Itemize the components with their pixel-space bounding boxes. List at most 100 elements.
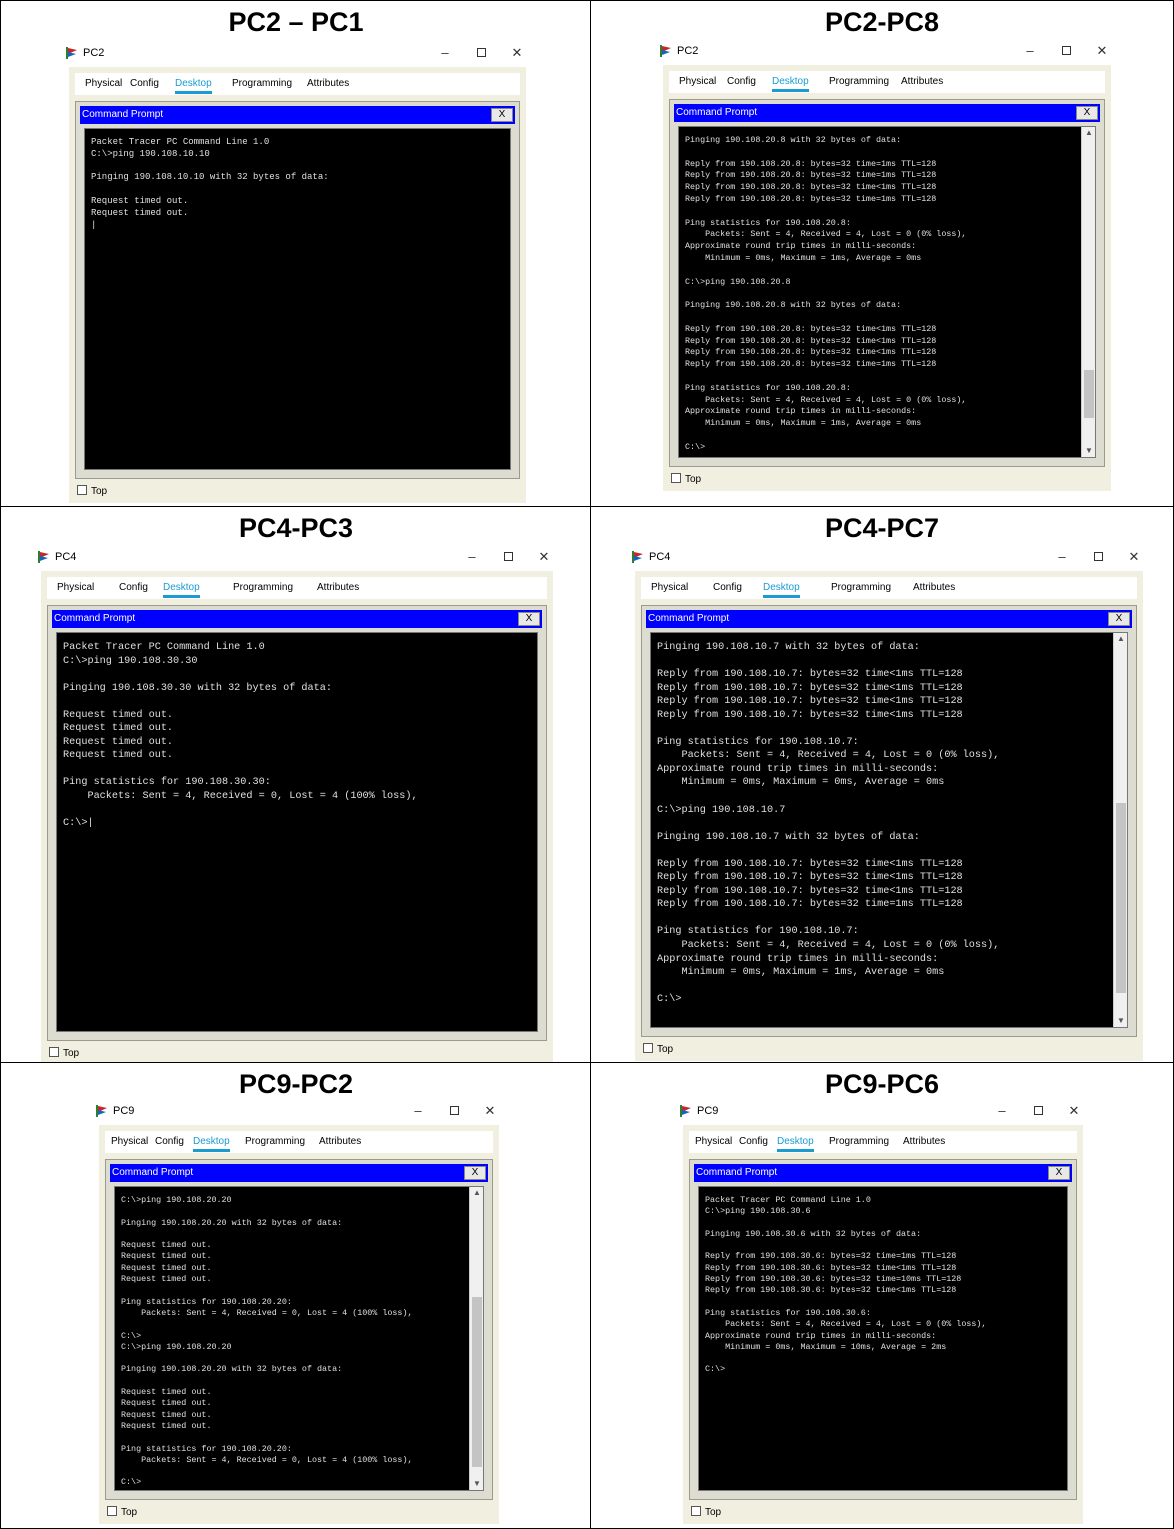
tab-programming[interactable]: Programming	[233, 582, 293, 593]
always-on-top-toggle[interactable]: Top	[671, 473, 701, 485]
close-window-button[interactable]: ✕	[1093, 43, 1111, 59]
terminal-scrollbar[interactable]: ▲ ▼	[469, 1187, 483, 1490]
tab-physical[interactable]: Physical	[695, 1136, 732, 1147]
terminal-output[interactable]: Pinging 190.108.20.8 with 32 bytes of da…	[678, 126, 1096, 458]
close-window-button[interactable]: ✕	[508, 45, 526, 61]
maximize-button[interactable]	[1057, 43, 1075, 58]
scroll-down-arrow-icon[interactable]: ▼	[470, 1478, 483, 1490]
maximize-button[interactable]	[472, 45, 490, 60]
tab-attributes[interactable]: Attributes	[307, 78, 349, 89]
tab-config[interactable]: Config	[119, 582, 148, 593]
scroll-up-arrow-icon[interactable]: ▲	[1082, 127, 1095, 139]
pc-window: PC4 – ✕ Physical Config Desktop Programming Att…	[625, 545, 1153, 1061]
tab-programming[interactable]: Programming	[245, 1136, 305, 1147]
top-checkbox[interactable]	[77, 485, 87, 495]
maximize-button[interactable]	[1029, 1103, 1047, 1118]
command-prompt-panel: Command Prompt X C:\>ping 190.108.20.20 Pi…	[105, 1159, 493, 1500]
tab-config[interactable]: Config	[727, 76, 756, 87]
top-checkbox[interactable]	[643, 1043, 653, 1053]
tab-attributes[interactable]: Attributes	[913, 582, 955, 593]
window-titlebar[interactable]: PC4 – ✕	[31, 545, 563, 571]
minimize-button[interactable]: –	[463, 549, 481, 564]
tab-attributes[interactable]: Attributes	[903, 1136, 945, 1147]
scroll-up-arrow-icon[interactable]: ▲	[470, 1187, 483, 1199]
maximize-button[interactable]	[1089, 549, 1107, 564]
close-window-button[interactable]: ✕	[481, 1103, 499, 1119]
window-titlebar[interactable]: PC2 – ✕	[653, 39, 1121, 65]
terminal-output[interactable]: C:\>ping 190.108.20.20 Pinging 190.108.2…	[114, 1186, 484, 1491]
tab-desktop[interactable]: Desktop	[772, 76, 809, 92]
maximize-button[interactable]	[499, 549, 517, 564]
maximize-button[interactable]	[445, 1103, 463, 1118]
minimize-button[interactable]: –	[409, 1103, 427, 1118]
tab-config[interactable]: Config	[130, 78, 159, 89]
window-title: PC2	[83, 47, 105, 59]
minimize-button[interactable]: –	[993, 1103, 1011, 1118]
always-on-top-toggle[interactable]: Top	[107, 1506, 137, 1518]
top-checkbox[interactable]	[691, 1506, 701, 1516]
tab-physical[interactable]: Physical	[111, 1136, 148, 1147]
command-prompt-panel: Command Prompt X Pinging 190.108.20.8 with…	[669, 99, 1105, 467]
tab-attributes[interactable]: Attributes	[317, 582, 359, 593]
command-prompt-close-button[interactable]: X	[464, 1166, 486, 1180]
window-titlebar[interactable]: PC9 – ✕	[89, 1099, 509, 1125]
terminal-output[interactable]: Packet Tracer PC Command Line 1.0 C:\>pi…	[84, 128, 511, 470]
tab-programming[interactable]: Programming	[232, 78, 292, 89]
scrollbar-thumb[interactable]	[472, 1297, 482, 1467]
always-on-top-toggle[interactable]: Top	[77, 485, 107, 497]
tab-config[interactable]: Config	[155, 1136, 184, 1147]
scroll-up-arrow-icon[interactable]: ▲	[1114, 633, 1127, 645]
tab-desktop[interactable]: Desktop	[777, 1136, 814, 1152]
scrollbar-thumb[interactable]	[1084, 370, 1094, 418]
tab-programming[interactable]: Programming	[831, 582, 891, 593]
tab-physical[interactable]: Physical	[679, 76, 716, 87]
packet-tracer-pc-icon	[37, 550, 51, 564]
close-window-button[interactable]: ✕	[535, 549, 553, 565]
minimize-button[interactable]: –	[1053, 549, 1071, 564]
tab-physical[interactable]: Physical	[57, 582, 94, 593]
top-label: Top	[685, 474, 702, 485]
screenshot-cell: PC2 – PC1 PC2 – ✕ Physical Config Desktop Progr…	[0, 0, 592, 508]
command-prompt-close-button[interactable]: X	[1108, 612, 1130, 626]
terminal-output[interactable]: Packet Tracer PC Command Line 1.0 C:\>pi…	[698, 1186, 1068, 1491]
command-prompt-close-button[interactable]: X	[518, 612, 540, 626]
top-checkbox[interactable]	[107, 1506, 117, 1516]
tab-desktop[interactable]: Desktop	[193, 1136, 230, 1152]
packet-tracer-pc-icon	[679, 1104, 693, 1118]
always-on-top-toggle[interactable]: Top	[643, 1043, 673, 1055]
window-titlebar[interactable]: PC9 – ✕	[673, 1099, 1093, 1125]
command-prompt-titlebar: Command Prompt X	[674, 104, 1100, 122]
tab-config[interactable]: Config	[739, 1136, 768, 1147]
always-on-top-toggle[interactable]: Top	[49, 1047, 79, 1059]
scroll-down-arrow-icon[interactable]: ▼	[1114, 1015, 1127, 1027]
tab-desktop[interactable]: Desktop	[763, 582, 800, 598]
tab-programming[interactable]: Programming	[829, 1136, 889, 1147]
command-prompt-titlebar: Command Prompt X	[52, 610, 542, 628]
always-on-top-toggle[interactable]: Top	[691, 1506, 721, 1518]
terminal-scrollbar[interactable]: ▲ ▼	[1113, 633, 1127, 1027]
window-titlebar[interactable]: PC2 – ✕	[59, 41, 536, 67]
window-titlebar[interactable]: PC4 – ✕	[625, 545, 1153, 571]
tab-attributes[interactable]: Attributes	[901, 76, 943, 87]
command-prompt-close-button[interactable]: X	[1076, 106, 1098, 120]
top-checkbox[interactable]	[671, 473, 681, 483]
tab-desktop[interactable]: Desktop	[163, 582, 200, 598]
terminal-output[interactable]: Packet Tracer PC Command Line 1.0 C:\>pi…	[56, 632, 538, 1032]
tab-programming[interactable]: Programming	[829, 76, 889, 87]
minimize-button[interactable]: –	[1021, 43, 1039, 58]
tab-attributes[interactable]: Attributes	[319, 1136, 361, 1147]
command-prompt-close-button[interactable]: X	[1048, 1166, 1070, 1180]
top-checkbox[interactable]	[49, 1047, 59, 1057]
terminal-output[interactable]: Pinging 190.108.10.7 with 32 bytes of da…	[650, 632, 1128, 1028]
close-window-button[interactable]: ✕	[1125, 549, 1143, 565]
tab-desktop[interactable]: Desktop	[175, 78, 212, 94]
command-prompt-close-button[interactable]: X	[491, 108, 513, 122]
close-window-button[interactable]: ✕	[1065, 1103, 1083, 1119]
scroll-down-arrow-icon[interactable]: ▼	[1082, 445, 1095, 457]
terminal-scrollbar[interactable]: ▲ ▼	[1081, 127, 1095, 457]
tab-config[interactable]: Config	[713, 582, 742, 593]
tab-physical[interactable]: Physical	[85, 78, 122, 89]
minimize-button[interactable]: –	[436, 45, 454, 60]
scrollbar-thumb[interactable]	[1116, 803, 1126, 993]
tab-physical[interactable]: Physical	[651, 582, 688, 593]
